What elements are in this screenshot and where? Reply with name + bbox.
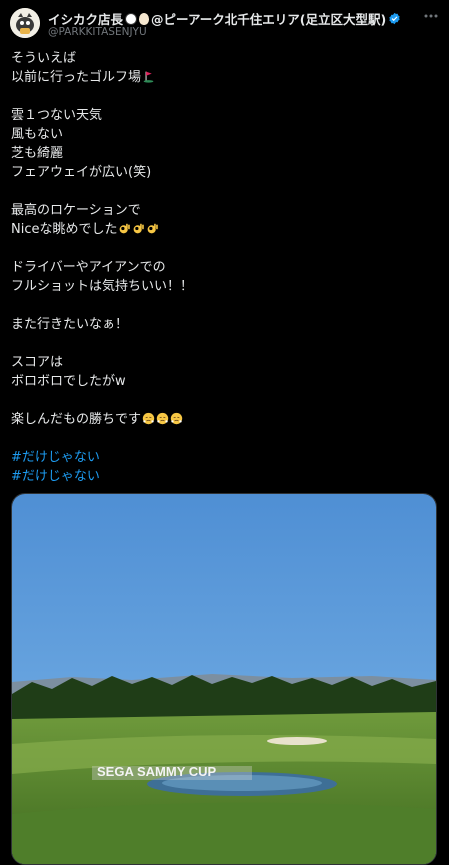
post-line: フェアウェイが広い(笑) xyxy=(11,163,439,182)
post-line: 以前に行ったゴルフ場 xyxy=(11,68,439,87)
post-line-text: 雲１つない天気 xyxy=(11,108,103,123)
display-name-suffix: @ピーアーク北千住エリア(足立区大型駅) xyxy=(151,12,387,27)
post-line-text: ボロボロでしたがw xyxy=(11,374,126,389)
post-line: また行きたいなぁ！ xyxy=(11,315,439,334)
post-line: ドライバーやアイアンでの xyxy=(11,258,439,277)
post-line-text: 楽しんだもの勝ちです xyxy=(11,412,142,427)
avatar[interactable] xyxy=(10,8,40,38)
post-text: そういえば以前に行ったゴルフ場 雲１つない天気 風もない芝も綺麗フェアウェイが広い(… xyxy=(11,49,439,486)
post-line: ボロボロでしたがw xyxy=(11,372,439,391)
ok-hand-icon xyxy=(118,222,131,235)
post-line: そういえば xyxy=(11,49,439,68)
panda-emoji-icon xyxy=(125,12,138,25)
post-line-text: 以前に行ったゴルフ場 xyxy=(11,70,142,85)
ok-hand-icon xyxy=(146,222,159,235)
post-line-text: 最高のロケーションで xyxy=(11,203,141,218)
post-line-text: ドライバーやアイアンでの xyxy=(11,260,166,275)
post-line: 芝も綺麗 xyxy=(11,144,439,163)
hashtag-link[interactable]: #だけじゃない xyxy=(11,467,439,486)
verified-badge-icon xyxy=(389,12,400,25)
post-line-text: また行きたいなぁ！ xyxy=(11,317,129,332)
post-line-text: フェアウェイが広い(笑) xyxy=(11,165,152,180)
post-header: イシカク店長 @ピーアーク北千住エリア(足立区大型駅) @PARKKITASEN… xyxy=(10,6,439,40)
more-dots-icon[interactable] xyxy=(423,8,439,28)
post-line-text: フルショットは気持ちいい！！ xyxy=(11,279,194,294)
triumph-face-icon xyxy=(156,412,169,425)
egg-emoji-icon xyxy=(139,12,150,25)
post-image[interactable]: SEGA SAMMY CUP xyxy=(11,493,437,865)
post-line-text: スコアは xyxy=(11,355,64,370)
post-line-text: 芝も綺麗 xyxy=(11,146,64,161)
post-line: 楽しんだもの勝ちです xyxy=(11,410,439,429)
post-line: フルショットは気持ちいい！！ xyxy=(11,277,439,296)
post-line-text: Niceな眺めでした xyxy=(11,222,118,237)
golf-flag-icon xyxy=(142,70,155,83)
triumph-face-icon xyxy=(142,412,155,425)
post-line: 雲１つない天気 xyxy=(11,106,439,125)
ok-hand-icon xyxy=(132,222,145,235)
post-line: スコアは xyxy=(11,353,439,372)
triumph-face-icon xyxy=(170,412,183,425)
sign-text: SEGA SAMMY CUP xyxy=(97,764,217,779)
post-line-text: 風もない xyxy=(11,127,64,142)
post-line: 最高のロケーションで xyxy=(11,201,439,220)
post-line-text: そういえば xyxy=(11,51,77,66)
hashtag-link[interactable]: #だけじゃない xyxy=(11,448,439,467)
post-line: 風もない xyxy=(11,125,439,144)
user-handle[interactable]: @PARKKITASENJYU xyxy=(48,26,147,38)
post-line: Niceな眺めでした xyxy=(11,220,439,239)
